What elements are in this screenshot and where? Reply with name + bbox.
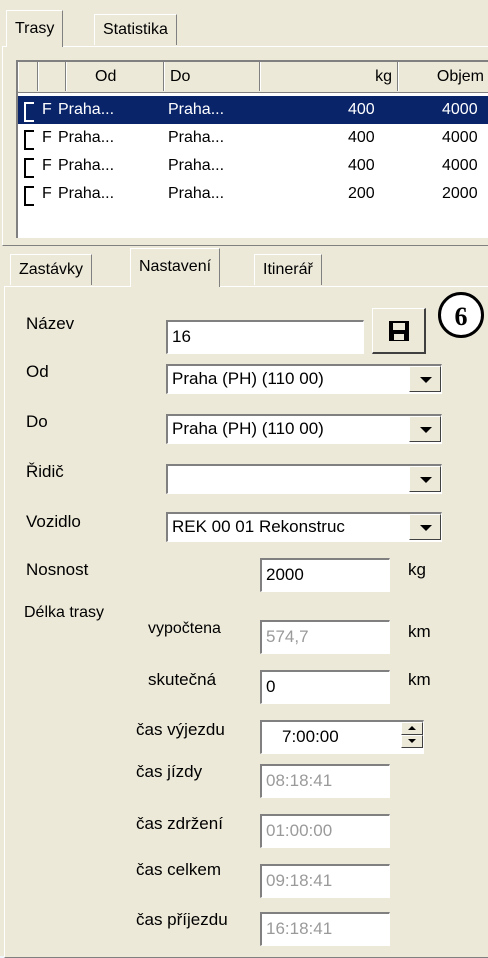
od-dropdown-button[interactable] <box>409 366 441 392</box>
tab-itinerar[interactable]: Itinerář <box>254 254 322 285</box>
app-window: Trasy Statistika Od Do kg Objem F Praha.… <box>0 0 488 958</box>
tab-nastaveni[interactable]: Nastavení <box>130 248 221 287</box>
cas-jizdy-input: 08:18:41 <box>260 764 390 798</box>
grid-row[interactable]: F Praha... Praha... 400 4000 <box>18 96 488 124</box>
arrow-up-icon <box>408 726 416 730</box>
tab-statistika[interactable]: Statistika <box>94 14 177 45</box>
grid-header-od[interactable]: Od <box>66 62 164 91</box>
tab-zastavky[interactable]: Zastávky <box>10 254 93 285</box>
chevron-down-icon <box>420 377 432 383</box>
row-flag: F <box>42 129 52 146</box>
nazev-label: Název <box>26 314 75 333</box>
grid-row[interactable]: F Praha... Praha... 400 4000 <box>18 124 488 152</box>
nosnost-input[interactable]: 2000 <box>260 558 390 592</box>
grid-header: Od Do kg Objem <box>18 62 488 93</box>
do-select[interactable]: Praha (PH) (110 00) <box>166 414 442 444</box>
grid-header-kg[interactable]: kg <box>260 62 398 91</box>
row-checkbox[interactable] <box>24 130 34 150</box>
do-dropdown-button[interactable] <box>409 416 441 442</box>
vypoctena-input: 574,7 <box>260 620 390 654</box>
delka-trasy-label: Délka trasy <box>24 604 105 621</box>
grid-header-objem[interactable]: Objem <box>398 62 488 91</box>
nazev-input[interactable]: 16 <box>166 320 364 354</box>
do-label: Do <box>26 412 48 431</box>
ridic-label: Řidič <box>26 462 64 481</box>
cas-vyjezdu-value: 7:00:00 <box>282 727 339 746</box>
chevron-down-icon <box>420 427 432 433</box>
row-objem: 4000 <box>442 129 478 146</box>
grid-header-blank <box>18 62 38 91</box>
nosnost-unit: kg <box>408 560 426 579</box>
tab-trasy[interactable]: Trasy <box>6 10 64 47</box>
do-select-value: Praha (PH) (110 00) <box>172 419 324 438</box>
cas-zdrzeni-input: 01:00:00 <box>260 814 390 848</box>
chevron-down-icon <box>420 525 432 531</box>
grid-header-flag <box>38 62 66 91</box>
row-do: Praha... <box>168 101 225 118</box>
od-label: Od <box>26 362 49 381</box>
callout-number-badge: 6 <box>438 292 484 338</box>
time-spinner[interactable] <box>401 722 423 752</box>
row-do: Praha... <box>168 157 225 174</box>
grid-header-do[interactable]: Do <box>164 62 260 91</box>
vozidlo-dropdown-button[interactable] <box>409 514 441 540</box>
od-select[interactable]: Praha (PH) (110 00) <box>166 364 442 394</box>
od-select-value: Praha (PH) (110 00) <box>172 369 324 388</box>
spin-down-button[interactable] <box>401 735 423 748</box>
save-button[interactable] <box>372 308 426 354</box>
spin-up-button[interactable] <box>401 722 423 735</box>
vypoctena-label: vypočtena <box>148 620 221 637</box>
cas-celkem-input: 09:18:41 <box>260 864 390 898</box>
cas-vyjezdu-input[interactable]: 7:00:00 <box>260 720 424 754</box>
floppy-disk-icon <box>389 321 409 341</box>
vozidlo-select[interactable]: REK 00 01 Rekonstruc <box>166 512 442 542</box>
chevron-down-icon <box>420 477 432 483</box>
cas-prijezdu-label: čas příjezdu <box>136 910 228 929</box>
row-flag: F <box>42 185 52 202</box>
row-objem: 4000 <box>442 101 478 118</box>
row-checkbox[interactable] <box>24 158 34 178</box>
row-checkbox[interactable] <box>24 186 34 206</box>
routes-grid: Od Do kg Objem F Praha... Praha... 400 4… <box>16 60 488 238</box>
row-objem: 4000 <box>442 157 478 174</box>
vozidlo-select-value: REK 00 01 Rekonstruc <box>172 517 345 536</box>
grid-row[interactable]: F Praha... Praha... 200 2000 <box>18 180 488 208</box>
cas-zdrzeni-label: čas zdržení <box>136 814 223 833</box>
grid-row[interactable]: F Praha... Praha... 400 4000 <box>18 152 488 180</box>
skutecna-label: skutečná <box>148 670 217 689</box>
row-do: Praha... <box>168 185 225 202</box>
row-od: Praha... <box>58 129 115 146</box>
row-od: Praha... <box>58 185 115 202</box>
arrow-down-icon <box>408 739 416 743</box>
row-flag: F <box>42 157 52 174</box>
row-od: Praha... <box>58 101 115 118</box>
row-checkbox[interactable] <box>24 102 34 122</box>
cas-vyjezdu-label: čas výjezdu <box>136 720 225 739</box>
row-objem: 2000 <box>442 185 478 202</box>
row-kg: 400 <box>348 157 375 174</box>
row-do: Praha... <box>168 129 225 146</box>
nosnost-label: Nosnost <box>26 560 89 579</box>
ridic-select[interactable] <box>166 464 442 494</box>
skutecna-input[interactable]: 0 <box>260 670 390 704</box>
row-kg: 400 <box>348 101 375 118</box>
vozidlo-label: Vozidlo <box>26 512 81 531</box>
vypoctena-unit: km <box>408 622 431 641</box>
row-kg: 400 <box>348 129 375 146</box>
cas-prijezdu-input: 16:18:41 <box>260 912 390 946</box>
skutecna-unit: km <box>408 670 431 689</box>
row-od: Praha... <box>58 157 115 174</box>
cas-celkem-label: čas celkem <box>136 860 222 879</box>
cas-jizdy-label: čas jízdy <box>136 762 203 781</box>
row-kg: 200 <box>348 185 375 202</box>
row-flag: F <box>42 101 52 118</box>
ridic-dropdown-button[interactable] <box>409 466 441 492</box>
